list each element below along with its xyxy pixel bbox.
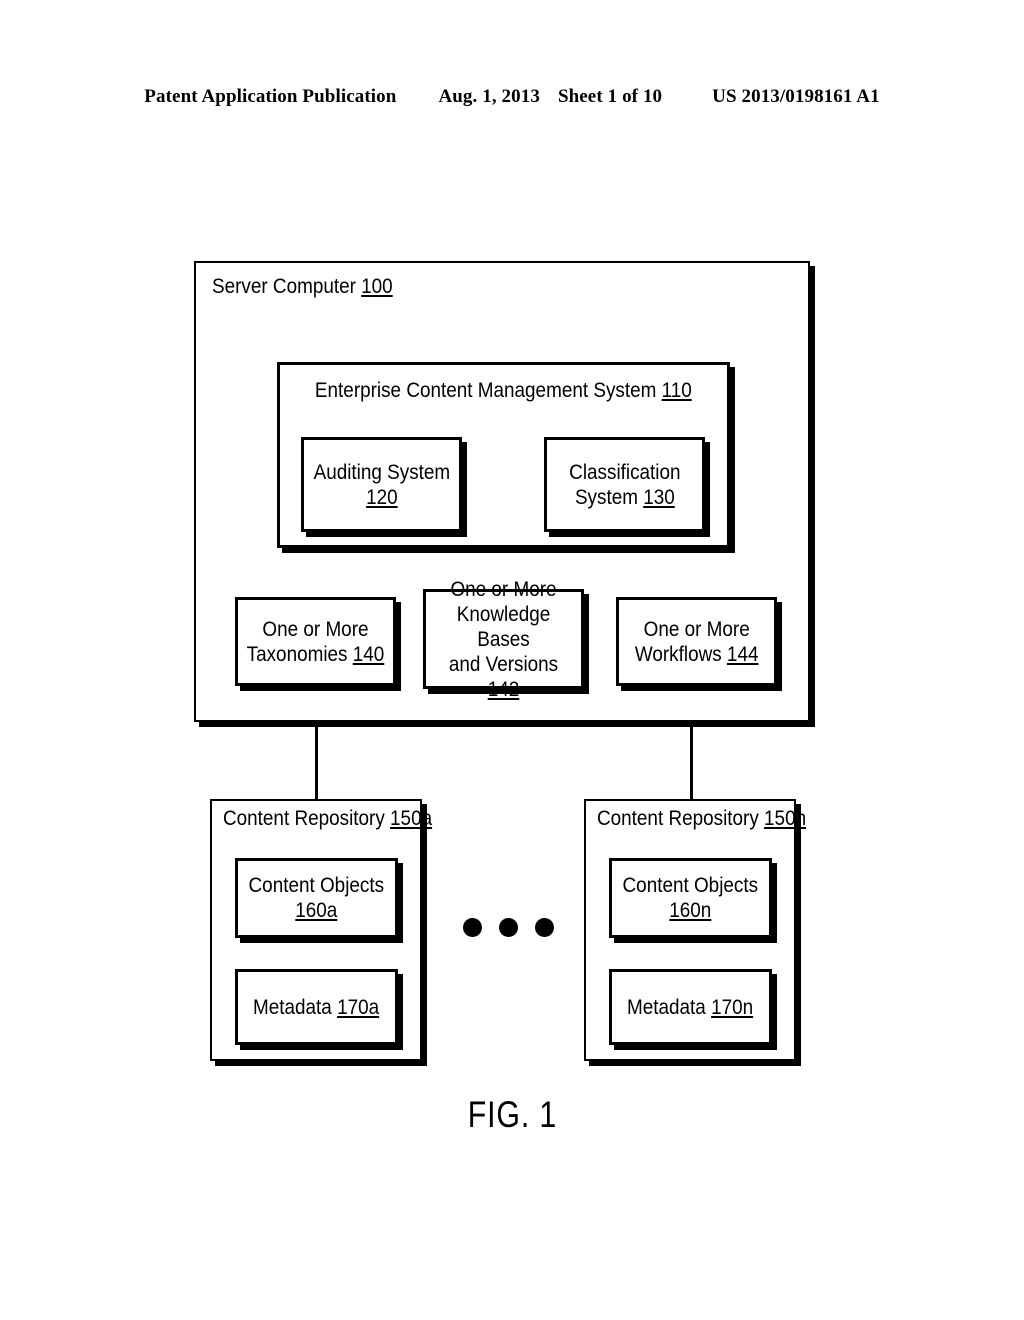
auditing-system-ref: 120	[365, 485, 398, 509]
page-header: Patent Application Publication Aug. 1, 2…	[0, 86, 1024, 116]
taxonomies-ref: 140	[352, 642, 385, 666]
ecm-title-text: Enterprise Content Management System	[315, 379, 662, 402]
workflows-text-line2: Workflows	[634, 642, 727, 666]
content-repository-a-title-text: Content Repository	[223, 807, 391, 830]
content-objects-n-label: Content Objects 160n	[612, 861, 769, 935]
metadata-a-ref: 170a	[337, 995, 380, 1019]
taxonomies-label: One or More Taxonomies 140	[238, 600, 393, 683]
classification-system-text-line1: Classification	[568, 460, 681, 484]
content-repository-n-title-text: Content Repository	[597, 807, 765, 830]
knowledge-bases-box: One or More Knowledge Bases and Versions 1…	[423, 578, 584, 701]
knowledge-bases-text-line3: and Versions	[448, 652, 559, 676]
ellipsis-dot	[499, 918, 518, 937]
taxonomies-box: One or More Taxonomies 140	[235, 597, 396, 686]
server-computer-title-text: Server Computer	[212, 275, 362, 298]
content-objects-n-ref: 160n	[669, 899, 712, 922]
workflows-box: One or More Workflows 144	[616, 597, 777, 686]
figure-caption: FIG. 1	[0, 1094, 1024, 1136]
ellipsis-dot	[463, 918, 482, 937]
connector-line-repository-n	[690, 724, 693, 801]
metadata-n-text: Metadata	[627, 995, 712, 1019]
figure-caption-text: FIG. 1	[467, 1094, 557, 1135]
metadata-a-box: Metadata 170a	[235, 969, 398, 1045]
content-objects-n-box: Content Objects 160n	[609, 858, 772, 938]
metadata-a-label: Metadata 170a	[238, 972, 395, 1042]
classification-system-label: Classification System 130	[547, 440, 702, 529]
content-objects-a-box: Content Objects 160a	[235, 858, 398, 938]
knowledge-bases-label: One or More Knowledge Bases and Versions 1…	[426, 578, 581, 701]
content-repository-a-title: Content Repository 150a	[223, 807, 455, 831]
content-objects-a-text: Content Objects	[248, 874, 385, 897]
ecm-ref: 110	[661, 379, 692, 402]
classification-system-box: Classification System 130	[544, 437, 705, 532]
header-date-label: Aug. 1, 2013	[438, 86, 540, 107]
ellipsis-dot	[535, 918, 554, 937]
taxonomies-text-line1: One or More	[262, 617, 369, 641]
content-objects-a-label: Content Objects 160a	[238, 861, 395, 935]
metadata-n-ref: 170n	[711, 995, 754, 1019]
content-objects-n-text: Content Objects	[622, 874, 759, 897]
server-computer-title: Server Computer 100	[212, 275, 413, 299]
workflows-text-line1: One or More	[643, 617, 750, 641]
header-publication-label: Patent Application Publication	[144, 86, 397, 107]
classification-system-text-line2: System	[574, 485, 643, 509]
metadata-n-box: Metadata 170n	[609, 969, 772, 1045]
workflows-ref: 144	[726, 642, 759, 666]
header-sheet-label: Sheet 1 of 10	[557, 86, 663, 107]
content-repository-n-ref: 150n	[764, 807, 807, 830]
auditing-system-label: Auditing System 120	[304, 440, 459, 529]
connector-line-repository-a	[315, 724, 318, 801]
enterprise-content-management-system-title: Enterprise Content Management System 110	[277, 379, 730, 403]
content-repository-a-ref: 150a	[390, 807, 433, 830]
auditing-system-text: Auditing System	[313, 460, 450, 484]
server-computer-ref: 100	[361, 275, 393, 298]
repository-ellipsis	[463, 918, 554, 937]
workflows-label: One or More Workflows 144	[619, 600, 774, 683]
auditing-system-box: Auditing System 120	[301, 437, 462, 532]
metadata-n-label: Metadata 170n	[612, 972, 769, 1042]
taxonomies-text-line2: Taxonomies	[246, 642, 353, 666]
classification-system-ref: 130	[642, 485, 675, 509]
knowledge-bases-text-line2: Knowledge Bases	[456, 602, 551, 651]
content-repository-n-title: Content Repository 150n	[597, 807, 829, 831]
header-document-number: US 2013/0198161 A1	[712, 86, 880, 107]
content-objects-a-ref: 160a	[295, 899, 338, 922]
metadata-a-text: Metadata	[253, 995, 338, 1019]
